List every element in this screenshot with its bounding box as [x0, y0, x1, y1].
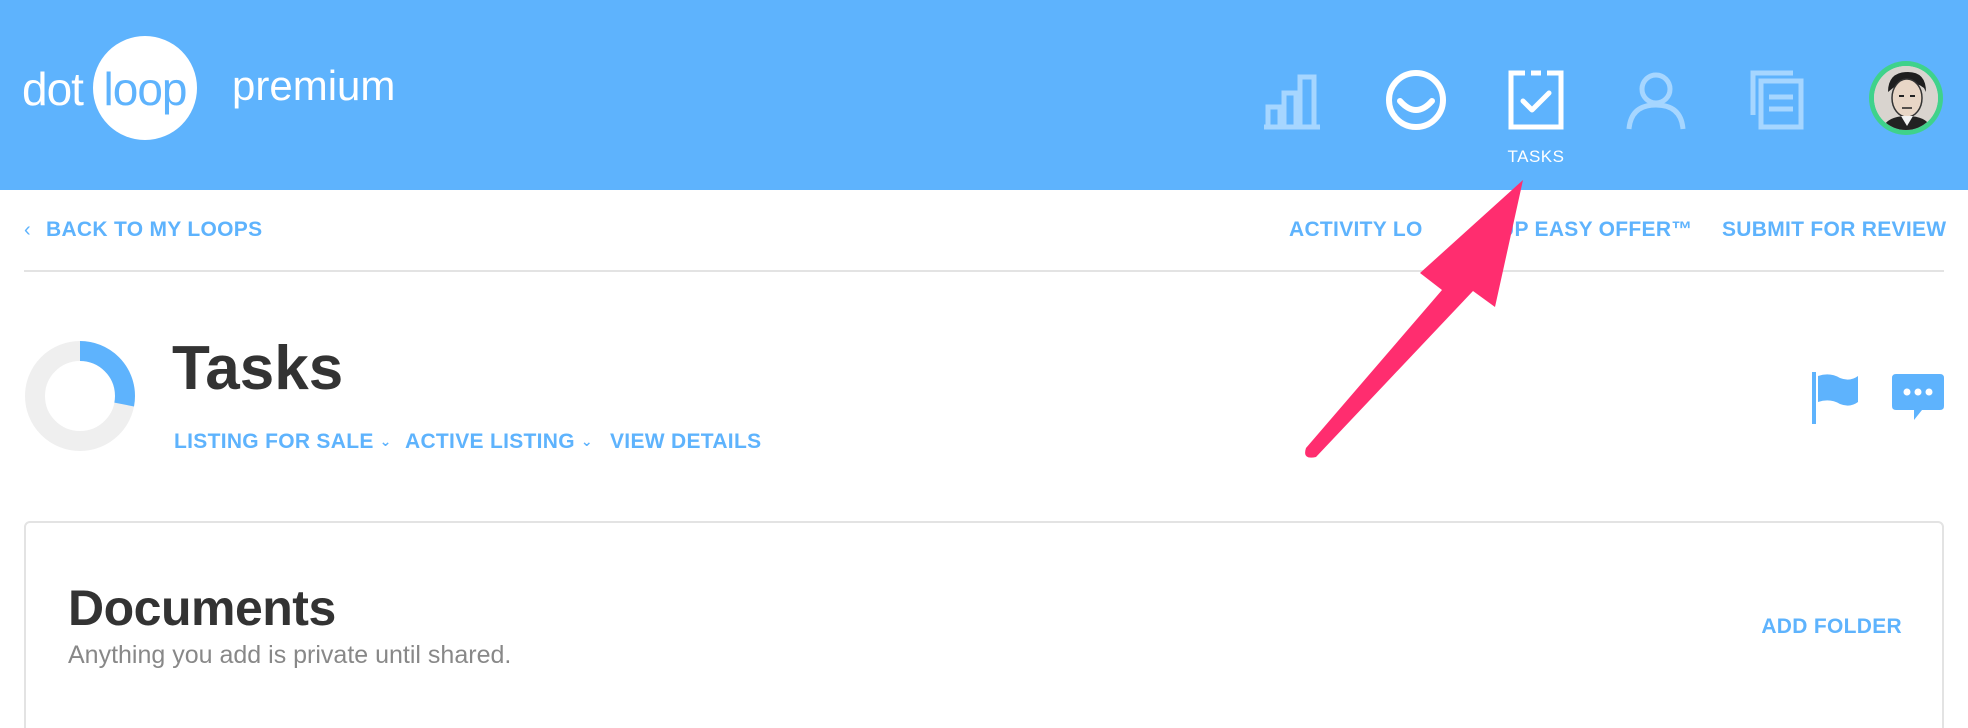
nav-reports[interactable] [1262, 67, 1328, 133]
status-label: ACTIVE LISTING [405, 430, 575, 453]
submit-for-review-link[interactable]: SUBMIT FOR REVIEW [1722, 218, 1946, 242]
bar-chart-icon [1264, 74, 1320, 130]
person-icon [1626, 72, 1686, 130]
view-details-link[interactable]: VIEW DETAILS [610, 430, 761, 454]
user-avatar[interactable] [1869, 61, 1943, 135]
nav-documents[interactable] [1743, 67, 1809, 133]
annotation-arrow [1305, 180, 1523, 458]
documents-subtitle: Anything you add is private until shared… [68, 641, 512, 669]
logo-dot-text: dot [22, 63, 84, 115]
documents-title: Documents [68, 580, 336, 636]
page-title: Tasks [172, 334, 344, 403]
status-dropdown[interactable]: ACTIVE LISTING ⌄ [405, 430, 593, 454]
flag-icon[interactable] [1810, 370, 1860, 426]
avatar-photo [1874, 66, 1938, 130]
add-folder-button[interactable]: ADD FOLDER [1761, 615, 1902, 639]
nav-contacts[interactable] [1623, 67, 1689, 133]
tasks-clipboard-icon [1508, 70, 1564, 130]
back-to-my-loops-link[interactable]: BACK TO MY LOOPS [46, 218, 262, 242]
chevron-left-icon: ‹ [24, 219, 31, 241]
documents-icon [1750, 70, 1804, 130]
logo-premium-text: premium [232, 62, 396, 109]
chat-icon[interactable] [1892, 372, 1944, 424]
transaction-type-dropdown[interactable]: LISTING FOR SALE ⌄ [174, 430, 392, 454]
chevron-down-icon: ⌄ [580, 433, 593, 449]
nav-tasks-label[interactable]: TASKS [1486, 147, 1586, 167]
transaction-type-label: LISTING FOR SALE [174, 430, 374, 453]
logo-loop-text: loop [103, 63, 188, 115]
nav-tasks[interactable] [1503, 67, 1569, 133]
chevron-down-icon: ⌄ [379, 433, 392, 449]
nav-smile[interactable] [1383, 67, 1449, 133]
top-header: dot loop premium TASKS [0, 0, 1968, 190]
progress-donut [25, 341, 135, 451]
loop-subnav: ‹ BACK TO MY LOOPS ACTIVITY LO UP EASY O… [24, 190, 1946, 272]
documents-card: Documents Anything you add is private un… [24, 521, 1944, 728]
dotloop-logo[interactable]: dot loop premium [22, 36, 422, 140]
smile-icon [1386, 70, 1446, 130]
